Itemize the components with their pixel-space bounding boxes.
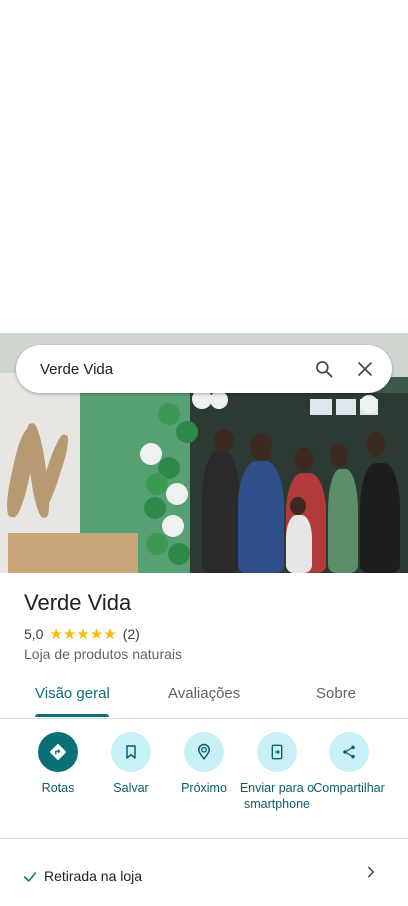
tab-bar: Visão geral Avaliações Sobre	[0, 672, 408, 719]
search-icon[interactable]	[314, 359, 334, 379]
bookmark-icon	[126, 745, 136, 759]
photo-person-head	[250, 433, 272, 461]
tab-about[interactable]: Sobre	[316, 685, 356, 702]
photo-balloon	[158, 403, 180, 425]
photo-person	[202, 451, 240, 573]
share-label: Compartilhar	[313, 781, 385, 795]
in-store-pickup-row[interactable]: Retirada na loja	[0, 856, 408, 896]
photo-window	[310, 399, 332, 415]
blank-area	[0, 0, 408, 333]
nearby-label: Próximo	[181, 781, 227, 795]
directions-icon	[50, 744, 66, 760]
pickup-label: Retirada na loja	[44, 868, 143, 884]
search-input[interactable]: Verde Vida	[40, 361, 314, 378]
tab-overview[interactable]: Visão geral	[35, 685, 110, 702]
review-count[interactable]: (2)	[123, 626, 140, 642]
photo-balloon	[166, 483, 188, 505]
check-icon	[23, 872, 37, 882]
nearby-icon	[197, 743, 211, 760]
chevron-right-icon[interactable]	[364, 865, 378, 879]
share-circle	[329, 732, 369, 772]
place-category[interactable]: Loja de produtos naturais	[24, 646, 182, 662]
share-icon	[343, 745, 355, 759]
nearby-button[interactable]: Próximo	[164, 732, 244, 796]
send-to-phone-label: Enviar para o smartphone	[239, 781, 315, 811]
photo-person	[286, 515, 312, 573]
send-to-phone-circle	[257, 732, 297, 772]
photo-balloon	[146, 533, 168, 555]
photo-person	[360, 463, 400, 573]
rating-stars: ★★★★★	[49, 626, 117, 643]
rating-row[interactable]: 5,0 ★★★★★ (2)	[24, 625, 140, 643]
photo-balloon	[162, 515, 184, 537]
share-button[interactable]: Compartilhar	[309, 732, 389, 796]
tab-reviews[interactable]: Avaliações	[168, 685, 240, 702]
directions-label: Rotas	[41, 781, 75, 795]
save-button[interactable]: Salvar	[91, 732, 171, 796]
save-label: Salvar	[113, 781, 149, 795]
photo-balloon	[176, 421, 198, 443]
photo-person	[238, 461, 284, 573]
photo-balloon	[168, 543, 190, 565]
photo-table	[8, 533, 138, 573]
photo-balloon	[146, 473, 168, 495]
photo-person	[328, 469, 358, 573]
photo-balloon	[360, 395, 378, 413]
directions-button[interactable]: Rotas	[18, 732, 98, 796]
save-circle	[111, 732, 151, 772]
photo-window	[336, 399, 356, 415]
directions-circle	[38, 732, 78, 772]
photo-balloon	[210, 391, 228, 409]
active-tab-indicator	[35, 714, 109, 717]
rating-value: 5,0	[24, 626, 44, 642]
photo-balloon	[144, 497, 166, 519]
search-bar[interactable]: Verde Vida	[16, 345, 392, 393]
action-row: Rotas Salvar Próximo Enviar para o smart…	[0, 732, 408, 832]
photo-person-head	[330, 443, 348, 467]
photo-person-head	[290, 497, 306, 515]
nearby-circle	[184, 732, 224, 772]
send-to-phone-icon	[271, 744, 283, 760]
place-title: Verde Vida	[24, 590, 132, 615]
send-to-phone-button[interactable]: Enviar para o smartphone	[237, 732, 317, 812]
photo-person-head	[214, 429, 234, 453]
section-divider	[0, 838, 408, 839]
photo-person-head	[366, 431, 386, 457]
close-icon[interactable]	[356, 360, 374, 378]
photo-person-head	[294, 447, 314, 471]
